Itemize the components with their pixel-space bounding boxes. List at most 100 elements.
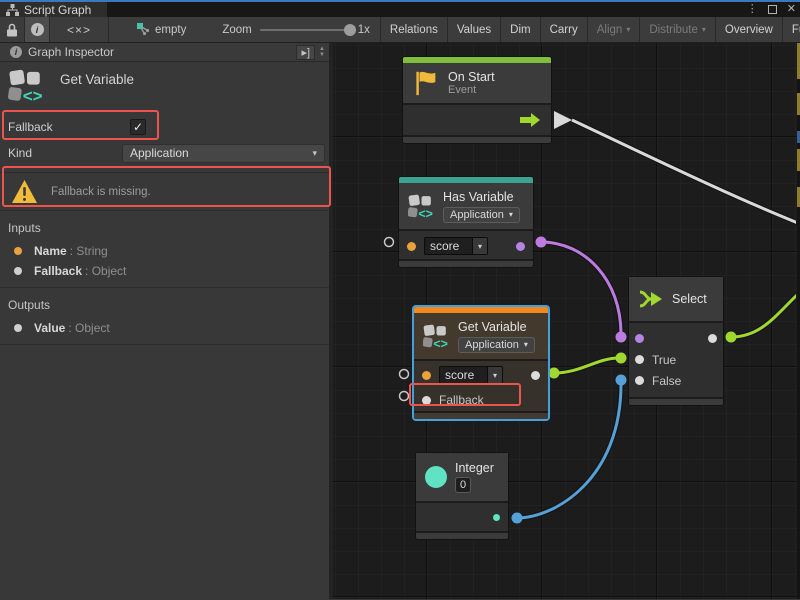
port-dot <box>14 267 22 275</box>
panel-toggle-button[interactable]: ▸] <box>296 45 315 60</box>
script-graph-window: Script Graph ⋮ ✕ i <×> <box>0 0 800 600</box>
false-input-port[interactable] <box>635 376 644 385</box>
kind-property-row: Kind Application ▾ <box>0 141 329 165</box>
values-button[interactable]: Values <box>447 17 500 42</box>
fallback-input-port[interactable] <box>422 396 431 405</box>
unconnected-port-ring[interactable] <box>400 370 409 379</box>
full-screen-button[interactable]: Full Screen <box>782 17 800 42</box>
true-input-port[interactable] <box>635 355 644 364</box>
flag-icon <box>412 69 440 97</box>
select-icon <box>638 288 664 310</box>
false-port-label: False <box>652 374 681 388</box>
name-input-port[interactable] <box>422 371 431 380</box>
true-port-label: True <box>652 353 676 367</box>
svg-text:<>: <> <box>418 206 433 218</box>
graph-toolbar: i <×> empty Zoom 1x Relations Values Dim <box>0 17 800 43</box>
graph-inspector-title: Graph Inspector <box>28 45 296 59</box>
toolbar-buttons: Relations Values Dim Carry Align▾ Distri… <box>380 17 800 42</box>
svg-text:<>: <> <box>23 87 43 103</box>
relations-button[interactable]: Relations <box>380 17 447 42</box>
tab-script-graph[interactable]: Script Graph <box>0 2 107 17</box>
inputs-section-title: Inputs <box>0 211 329 241</box>
node-title: Integer <box>455 461 494 475</box>
distribute-button[interactable]: Distribute▾ <box>639 17 715 42</box>
kind-label: Kind <box>8 146 122 160</box>
align-button[interactable]: Align▾ <box>587 17 640 42</box>
selection-chip[interactable]: empty <box>137 17 186 42</box>
condition-input-port[interactable] <box>635 334 644 343</box>
kind-dropdown[interactable]: Application▾ <box>458 337 535 353</box>
node-integer[interactable]: Integer 0 <box>416 453 508 539</box>
info-icon: i <box>31 23 44 36</box>
node-footer <box>399 259 533 267</box>
lock-button[interactable] <box>0 17 24 42</box>
info-icon: i <box>10 46 22 58</box>
graph-canvas[interactable]: On Start Event <box>333 43 800 599</box>
graph-inspector-panel: i Graph Inspector ▸] ▲ ▼ <> Get Variable <box>0 43 333 599</box>
unconnected-port-ring[interactable] <box>385 238 394 247</box>
control-output-port[interactable] <box>520 112 541 128</box>
wire-end-dot <box>616 375 627 386</box>
warning-banner: Fallback is missing. <box>0 172 329 211</box>
output-port-row: Value : Object <box>0 318 329 338</box>
kind-dropdown[interactable]: Application ▾ <box>122 144 325 163</box>
unconnected-port-ring[interactable] <box>400 392 409 401</box>
node-footer <box>416 531 508 539</box>
input-port-row: Name : String <box>0 241 329 261</box>
chevron-down-icon: ▾ <box>312 148 317 159</box>
node-footer <box>629 397 723 405</box>
variable-icon: <> <box>8 69 46 103</box>
zoom-slider-handle[interactable] <box>344 24 356 36</box>
wire-end-dot <box>512 513 523 524</box>
node-wire-icon <box>137 23 150 36</box>
wire-end-dot <box>616 332 627 343</box>
unit-summary: <> Get Variable <box>0 62 329 112</box>
panel-spinner[interactable]: ▲ ▼ <box>319 46 325 58</box>
tab-bar: Script Graph ⋮ ✕ <box>0 2 800 17</box>
wire-arrowhead <box>554 111 572 129</box>
name-input-port[interactable] <box>407 242 416 251</box>
toolbar-separator <box>108 17 109 42</box>
outputs-section-title: Outputs <box>0 288 329 318</box>
value-output-port[interactable] <box>531 371 540 380</box>
fallback-label: Fallback <box>8 120 122 134</box>
node-subtitle: Event <box>448 84 476 96</box>
node-footer <box>414 411 548 419</box>
chevron-down-icon: ▾ <box>487 367 502 383</box>
wire-end-dot <box>726 332 737 343</box>
node-footer <box>403 135 551 143</box>
wire-onstart-out <box>572 120 796 223</box>
carry-button[interactable]: Carry <box>540 17 587 42</box>
overview-button[interactable]: Overview <box>715 17 782 42</box>
node-get-variable[interactable]: <> Get Variable Application▾ score ▾ <box>414 307 548 419</box>
info-toggle-button[interactable]: i <box>24 17 50 42</box>
dim-button[interactable]: Dim <box>500 17 539 42</box>
spinner-down-icon[interactable]: ▼ <box>319 52 325 58</box>
wire-end-dot <box>549 368 560 379</box>
code-toggle-button[interactable]: <×> <box>50 17 108 42</box>
lock-icon <box>6 23 18 37</box>
fallback-checkbox[interactable]: ✓ <box>130 119 146 135</box>
selection-output-port[interactable] <box>708 334 717 343</box>
menu-icon[interactable]: ⋮ <box>747 4 758 15</box>
warning-text: Fallback is missing. <box>51 186 151 198</box>
node-on-start[interactable]: On Start Event <box>403 57 551 143</box>
node-title: Has Variable <box>443 190 514 204</box>
variable-icon: <> <box>423 324 450 349</box>
integer-output-port[interactable] <box>493 514 500 521</box>
integer-value-field[interactable]: 0 <box>455 477 471 493</box>
zoom-slider[interactable] <box>260 29 352 31</box>
kind-dropdown[interactable]: Application▾ <box>443 207 520 223</box>
node-title: Get Variable <box>458 320 527 334</box>
node-has-variable[interactable]: <> Has Variable Application▾ score ▾ <box>399 177 533 267</box>
port-dot <box>14 324 22 332</box>
variable-name-dropdown[interactable]: score ▾ <box>424 237 488 255</box>
node-select[interactable]: Select True False <box>629 277 723 405</box>
maximize-icon[interactable] <box>768 5 777 14</box>
variable-name-dropdown[interactable]: score ▾ <box>439 366 503 384</box>
input-port-row: Fallback : Object <box>0 261 329 281</box>
bool-output-port[interactable] <box>516 242 525 251</box>
divider <box>0 344 329 345</box>
chevron-down-icon: ▾ <box>702 25 706 34</box>
close-icon[interactable]: ✕ <box>787 4 796 15</box>
